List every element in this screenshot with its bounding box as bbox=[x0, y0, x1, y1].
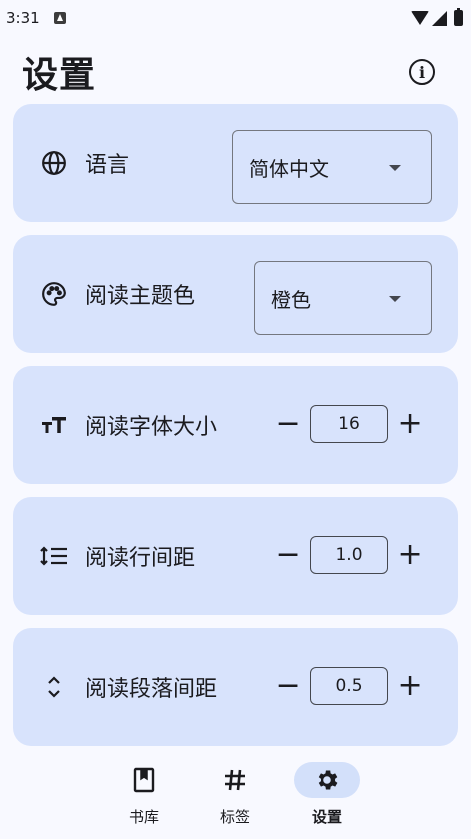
hashtag-icon bbox=[202, 762, 268, 798]
paragraph-spacing-input[interactable]: 0.5 bbox=[310, 667, 388, 705]
setting-label: 语言 bbox=[85, 153, 130, 178]
nav-label: 设置 bbox=[311, 808, 342, 826]
setting-label: 阅读行间距 bbox=[85, 546, 196, 571]
battery-icon bbox=[454, 8, 463, 26]
decrease-button[interactable]: − bbox=[275, 540, 300, 570]
notification-icon bbox=[53, 12, 66, 24]
setting-card-line-spacing: 阅读行间距 − 1.0 + bbox=[13, 497, 458, 615]
palette-icon bbox=[39, 279, 69, 309]
book-icon bbox=[111, 762, 177, 798]
dropdown-value: 简体中文 bbox=[249, 156, 329, 181]
nav-item-tags[interactable]: 标签 bbox=[202, 762, 268, 832]
nav-label: 标签 bbox=[219, 808, 250, 826]
globe-icon bbox=[39, 148, 69, 178]
theme-dropdown[interactable]: 橙色 bbox=[254, 261, 432, 335]
nav-item-settings[interactable]: 设置 bbox=[294, 762, 360, 832]
increase-button[interactable]: + bbox=[397, 409, 422, 439]
wifi-icon bbox=[411, 11, 429, 25]
decrease-button[interactable]: − bbox=[275, 409, 300, 439]
page-title: 设置 bbox=[22, 55, 97, 96]
paragraph-spacing-stepper: − 0.5 + bbox=[275, 666, 423, 706]
dropdown-arrow-icon bbox=[389, 296, 401, 302]
decrease-button[interactable]: − bbox=[275, 671, 300, 701]
language-dropdown[interactable]: 简体中文 bbox=[232, 130, 432, 204]
increase-button[interactable]: + bbox=[397, 671, 422, 701]
status-time: 3:31 bbox=[6, 9, 40, 27]
font-size-stepper: − 16 + bbox=[275, 404, 423, 444]
line-spacing-stepper: − 1.0 + bbox=[275, 535, 423, 575]
setting-label: 阅读段落间距 bbox=[85, 677, 218, 702]
info-icon[interactable]: i bbox=[409, 59, 435, 85]
setting-label: 阅读主题色 bbox=[85, 284, 196, 309]
line-spacing-icon bbox=[39, 541, 69, 571]
status-bar: 3:31 bbox=[0, 0, 471, 36]
increase-button[interactable]: + bbox=[397, 540, 422, 570]
setting-card-font-size: 阅读字体大小 − 16 + bbox=[13, 366, 458, 484]
bottom-navigation: 书库 标签 设置 bbox=[0, 748, 471, 839]
nav-item-library[interactable]: 书库 bbox=[111, 762, 177, 832]
setting-card-paragraph-spacing: 阅读段落间距 − 0.5 + bbox=[13, 628, 458, 746]
setting-card-language: 语言 简体中文 bbox=[13, 104, 458, 222]
line-spacing-input[interactable]: 1.0 bbox=[310, 536, 388, 574]
text-size-icon bbox=[39, 410, 69, 440]
setting-card-theme: 阅读主题色 橙色 bbox=[13, 235, 458, 353]
gear-icon bbox=[294, 762, 360, 798]
dropdown-value: 橙色 bbox=[271, 287, 311, 312]
expand-vertical-icon bbox=[39, 672, 69, 702]
dropdown-arrow-icon bbox=[389, 165, 401, 171]
font-size-input[interactable]: 16 bbox=[310, 405, 388, 443]
setting-label: 阅读字体大小 bbox=[85, 415, 218, 440]
nav-label: 书库 bbox=[128, 808, 159, 826]
signal-icon bbox=[432, 10, 447, 26]
app-header: 设置 i bbox=[0, 40, 471, 104]
